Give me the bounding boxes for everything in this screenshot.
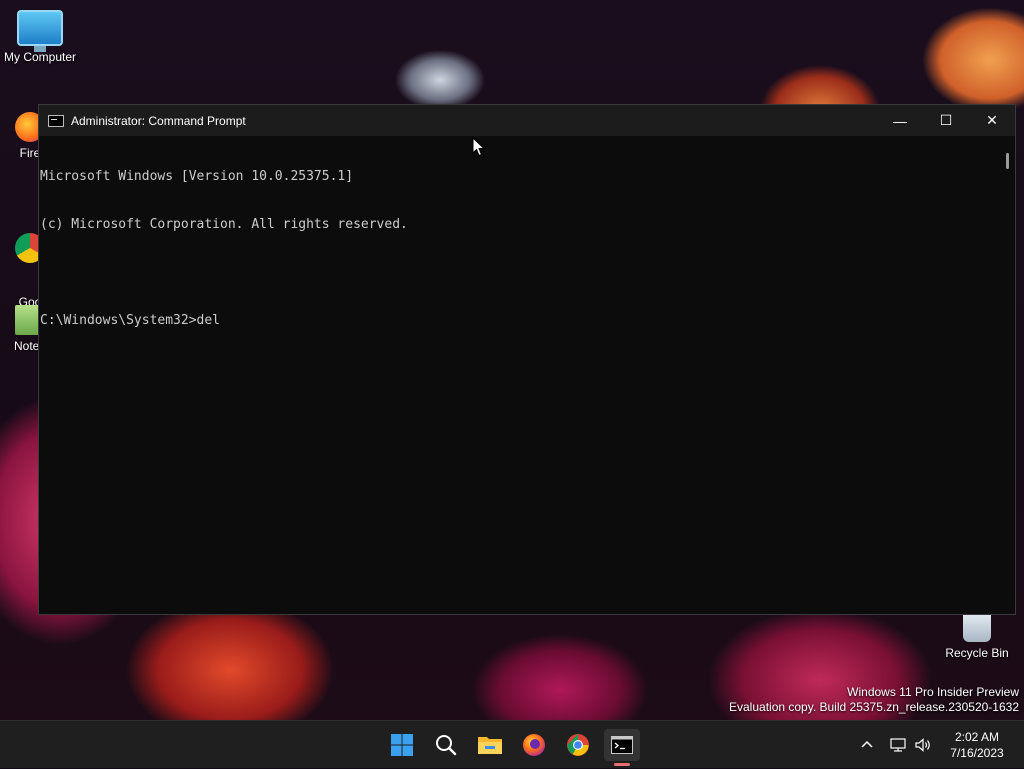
recycle-bin-icon (963, 612, 991, 642)
command-prompt-icon[interactable] (48, 114, 64, 127)
console-line: (c) Microsoft Corporation. All rights re… (40, 217, 408, 232)
maximize-button[interactable]: ☐ (923, 105, 969, 136)
console-scrollbar[interactable] (1001, 136, 1015, 614)
clock-time: 2:02 AM (954, 730, 1000, 744)
windows-watermark: Windows 11 Pro Insider Preview Evaluatio… (729, 685, 1019, 715)
firefox-icon (523, 734, 545, 756)
chrome-taskbar-button[interactable] (562, 729, 594, 761)
file-explorer-button[interactable] (474, 729, 506, 761)
start-button[interactable] (386, 729, 418, 761)
search-button[interactable] (430, 729, 462, 761)
monitor-icon (17, 10, 63, 52)
console-prompt-line[interactable]: C:\Windows\System32>del (40, 313, 1001, 329)
taskbar-clock[interactable]: 2:02 AM 7/16/2023 (944, 729, 1010, 761)
watermark-line-1: Windows 11 Pro Insider Preview (847, 685, 1019, 699)
firefox-taskbar-button[interactable] (518, 729, 550, 761)
show-hidden-icons-button[interactable] (860, 721, 874, 769)
minimize-button[interactable]: — (877, 105, 923, 136)
volume-button[interactable] (914, 721, 932, 769)
desktop-icon-recycle-bin[interactable]: Recycle Bin (940, 612, 1014, 660)
window-titlebar[interactable]: Administrator: Command Prompt — ☐ ✕ (39, 105, 1015, 136)
console-line: Microsoft Windows [Version 10.0.25375.1] (40, 169, 354, 184)
chrome-icon (567, 734, 589, 756)
windows-logo-icon (391, 734, 413, 756)
desktop-icon-label: Recycle Bin (945, 646, 1009, 660)
window-title: Administrator: Command Prompt (71, 113, 246, 128)
close-button[interactable]: ✕ (969, 105, 1015, 136)
search-icon (436, 735, 457, 756)
watermark-line-2: Evaluation copy. Build 25375.zn_release.… (729, 700, 1019, 714)
taskbar: 2:02 AM 7/16/2023 (0, 720, 1024, 768)
network-icon (890, 738, 906, 752)
network-button[interactable] (890, 721, 908, 769)
speaker-icon (915, 738, 930, 752)
clock-date: 7/16/2023 (950, 746, 1004, 760)
active-app-indicator (614, 763, 630, 766)
folder-icon (478, 737, 502, 754)
mouse-cursor-icon (472, 137, 486, 157)
desktop-icon-my-computer[interactable]: My Computer (0, 10, 80, 64)
terminal-icon (611, 736, 633, 754)
scrollbar-thumb[interactable] (1006, 153, 1009, 169)
command-prompt-window[interactable]: Administrator: Command Prompt — ☐ ✕ Micr… (38, 104, 1016, 615)
chevron-up-icon (861, 740, 873, 748)
console-output[interactable]: Microsoft Windows [Version 10.0.25375.1]… (39, 136, 1001, 614)
command-prompt-taskbar-button[interactable] (604, 729, 640, 761)
desktop-icon-label: My Computer (3, 50, 77, 64)
